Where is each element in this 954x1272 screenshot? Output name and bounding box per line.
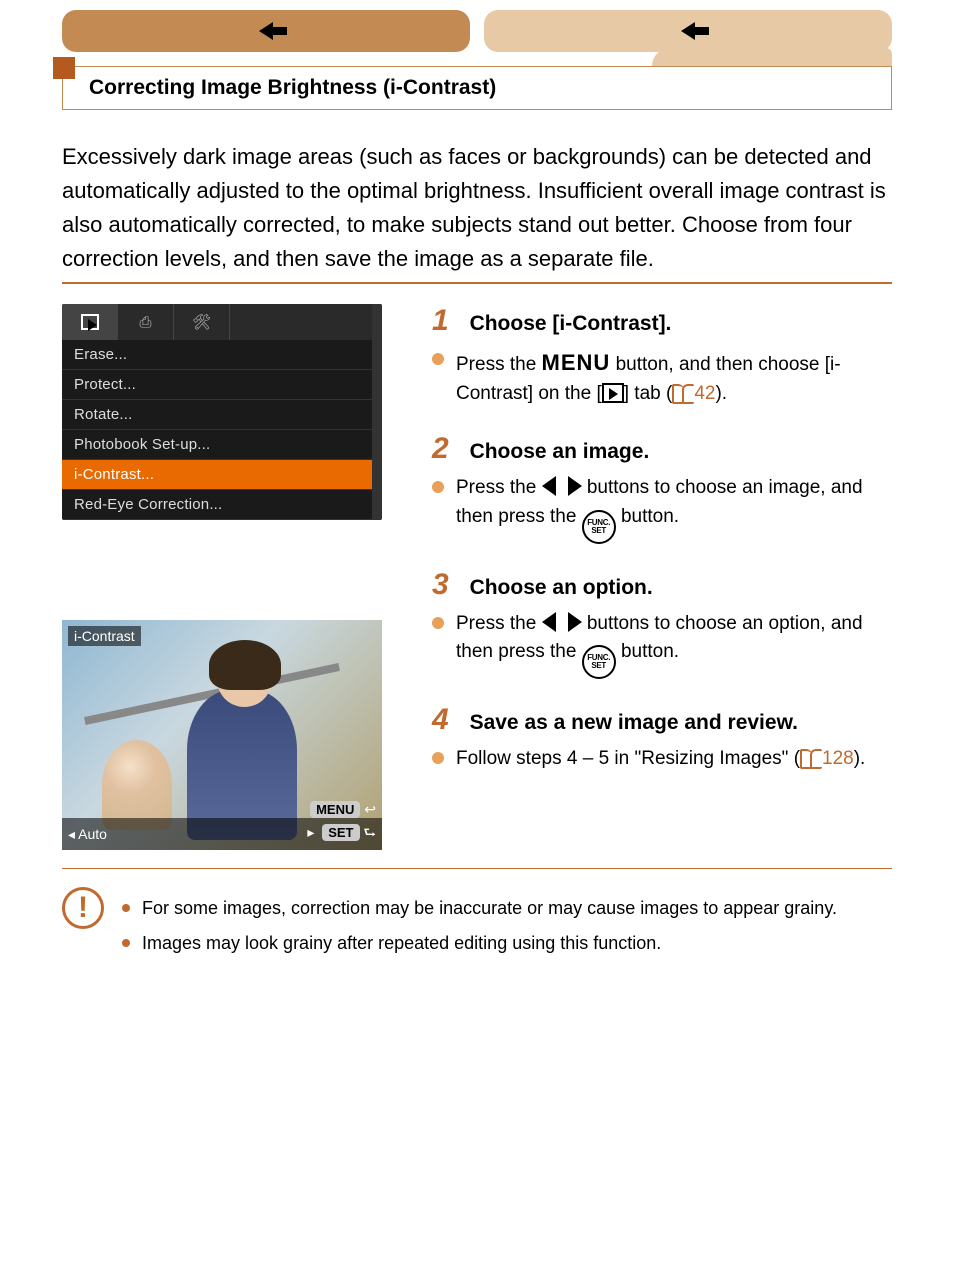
menu-item-rotate: Rotate...	[62, 400, 372, 430]
func-set-button-icon: FUNC.SET	[582, 645, 616, 679]
step-3: 3 Choose an option. Press the buttons to…	[432, 568, 892, 680]
warning-text: For some images, correction may be inacc…	[142, 895, 837, 922]
menu-item-redeye: Red-Eye Correction...	[62, 490, 372, 520]
preview-menu-pill: MENU	[310, 801, 360, 818]
right-button-icon	[568, 612, 582, 632]
step-title: Choose [i-Contrast].	[470, 312, 672, 335]
section-marker-icon	[53, 57, 75, 79]
intro-paragraph: Excessively dark image areas (such as fa…	[62, 144, 886, 271]
nav-back-primary[interactable]	[62, 10, 470, 52]
arrow-left-icon	[259, 22, 273, 40]
step-body: Press the buttons to choose an image, an…	[456, 474, 892, 544]
menu-item-icontrast: i-Contrast...	[62, 460, 372, 490]
step-number: 2	[432, 432, 464, 466]
left-button-icon	[542, 476, 556, 496]
icontrast-preview: i-Contrast MENU ↩ ◂ Auto ▸ SET ⮑	[62, 620, 382, 850]
right-button-icon	[568, 476, 582, 496]
step-number: 4	[432, 703, 464, 737]
page-ref-icon	[672, 384, 694, 402]
menu-button-label: MENU	[542, 350, 611, 375]
section-title: Correcting Image Brightness (i-Contrast)	[89, 76, 496, 100]
step-title: Choose an image.	[470, 440, 650, 463]
bullet-icon	[122, 904, 130, 912]
page-ref[interactable]: 128	[822, 748, 854, 769]
playback-tab-icon	[602, 383, 624, 403]
bullet-icon	[432, 353, 444, 365]
step-title: Choose an option.	[470, 576, 653, 599]
caution-icon: !	[62, 887, 104, 929]
step-title: Save as a new image and review.	[470, 711, 798, 734]
bullet-icon	[432, 617, 444, 629]
step-body: Press the buttons to choose an option, a…	[456, 610, 892, 680]
playback-icon	[81, 314, 99, 330]
preview-set-pill: SET	[322, 824, 359, 841]
step-1: 1 Choose [i-Contrast]. Press the MENU bu…	[432, 304, 892, 408]
step-2: 2 Choose an image. Press the buttons to …	[432, 432, 892, 544]
warning-text: Images may look grainy after repeated ed…	[142, 930, 661, 957]
camera-tab-print: ⎙	[118, 304, 174, 340]
arrow-left-icon	[681, 22, 695, 40]
step-number: 1	[432, 304, 464, 338]
intro-text: Excessively dark image areas (such as fa…	[62, 140, 892, 276]
bullet-icon	[432, 752, 444, 764]
left-button-icon	[542, 612, 556, 632]
bullet-icon	[122, 939, 130, 947]
divider	[62, 868, 892, 869]
step-body: Follow steps 4 – 5 in "Resizing Images" …	[456, 745, 865, 774]
preview-label: i-Contrast	[68, 626, 141, 646]
section-header: Correcting Image Brightness (i-Contrast)	[62, 66, 892, 110]
camera-tab-playback	[62, 304, 118, 340]
camera-menu-scrollbar	[372, 304, 382, 520]
page-ref-icon	[800, 749, 822, 767]
func-set-button-icon: FUNC.SET	[582, 510, 616, 544]
step-body: Press the MENU button, and then choose […	[456, 346, 892, 408]
bullet-icon	[432, 481, 444, 493]
camera-tab-tools: 🛠	[174, 304, 230, 340]
nav-back-secondary[interactable]	[484, 10, 892, 52]
preview-mode: Auto	[78, 826, 107, 842]
menu-item-erase: Erase...	[62, 340, 372, 370]
camera-menu-screenshot: ⎙ 🛠 Erase... Protect... Rotate... Photob…	[62, 304, 382, 520]
menu-item-protect: Protect...	[62, 370, 372, 400]
menu-item-photobook: Photobook Set-up...	[62, 430, 372, 460]
step-4: 4 Save as a new image and review. Follow…	[432, 703, 892, 774]
page-ref[interactable]: 42	[694, 383, 715, 404]
step-number: 3	[432, 568, 464, 602]
divider	[62, 282, 892, 284]
warning-block: ! For some images, correction may be ina…	[62, 887, 892, 957]
